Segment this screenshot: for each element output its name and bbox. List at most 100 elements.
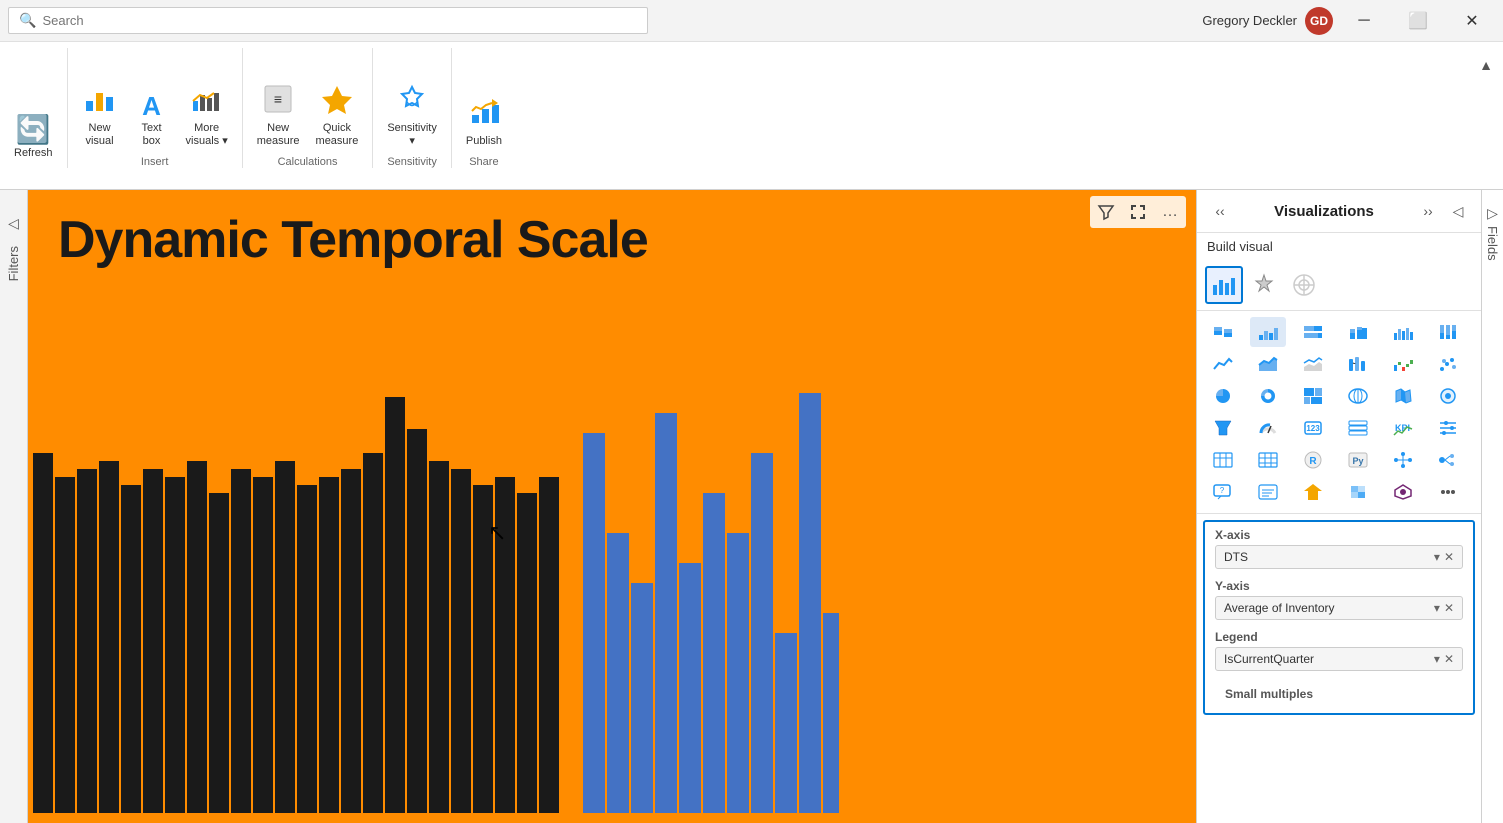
viz-icon-smart-narrative[interactable] bbox=[1250, 477, 1286, 507]
viz-icon-power-apps[interactable] bbox=[1385, 477, 1421, 507]
more-visuals-label: Morevisuals ▾ bbox=[186, 122, 228, 148]
viz-icon-100pct-bar[interactable] bbox=[1295, 317, 1331, 347]
focus-mode-button[interactable] bbox=[1124, 198, 1152, 226]
viz-icon-r-visual[interactable]: R bbox=[1295, 445, 1331, 475]
restore-button[interactable]: ⬜ bbox=[1395, 0, 1441, 42]
black-bar-2 bbox=[77, 469, 97, 813]
viz-next-button[interactable]: ›› bbox=[1415, 198, 1441, 224]
quick-measure-button[interactable]: Quickmeasure bbox=[310, 72, 365, 152]
y-axis-remove-btn[interactable]: ✕ bbox=[1444, 601, 1454, 615]
viz-icon-more[interactable] bbox=[1430, 477, 1466, 507]
viz-icon-map[interactable] bbox=[1340, 381, 1376, 411]
black-bar-13 bbox=[319, 477, 339, 813]
search-box[interactable]: 🔍 bbox=[8, 7, 648, 34]
filters-collapse-button[interactable]: ◁ bbox=[1, 210, 27, 236]
viz-icon-kpi[interactable]: KPI bbox=[1385, 413, 1421, 443]
viz-tab-build[interactable] bbox=[1205, 266, 1243, 304]
fields-label[interactable]: Fields bbox=[1485, 226, 1500, 261]
y-axis-value[interactable]: Average of Inventory ▾ ✕ bbox=[1215, 596, 1463, 620]
black-bar-15 bbox=[363, 453, 383, 813]
sensitivity-button[interactable]: Sensitivity▾ bbox=[381, 72, 443, 152]
x-axis-dropdown-btn[interactable]: ▾ bbox=[1434, 550, 1440, 564]
viz-icon-py-visual[interactable]: Py bbox=[1340, 445, 1376, 475]
publish-button[interactable]: Publish bbox=[460, 72, 508, 152]
refresh-icon: 🔄 bbox=[16, 116, 51, 144]
viz-tab-analytics[interactable] bbox=[1285, 266, 1323, 304]
viz-tab-format[interactable] bbox=[1245, 266, 1283, 304]
blue-bar-0 bbox=[583, 433, 605, 813]
svg-text:R: R bbox=[1309, 456, 1317, 467]
viz-icon-filled-map[interactable] bbox=[1385, 381, 1421, 411]
title-bar-right: Gregory Deckler GD ─ ⬜ ✕ bbox=[1202, 0, 1495, 42]
viz-icon-waterfall[interactable] bbox=[1385, 349, 1421, 379]
refresh-label: Refresh bbox=[14, 147, 53, 160]
viz-icon-100pct-col[interactable] bbox=[1430, 317, 1466, 347]
more-visuals-button[interactable]: Morevisuals ▾ bbox=[180, 72, 234, 152]
viz-icon-multi-row-card[interactable] bbox=[1340, 413, 1376, 443]
viz-icon-line[interactable] bbox=[1205, 349, 1241, 379]
black-bar-20 bbox=[473, 485, 493, 813]
new-visual-button[interactable]: Newvisual bbox=[76, 72, 124, 152]
viz-prev-button[interactable]: ‹‹ bbox=[1207, 198, 1233, 224]
viz-type-tabs bbox=[1197, 260, 1481, 311]
viz-icon-decomp-tree[interactable] bbox=[1385, 445, 1421, 475]
viz-icon-stacked-bar[interactable] bbox=[1205, 317, 1241, 347]
y-axis-dropdown-btn[interactable]: ▾ bbox=[1434, 601, 1440, 615]
viz-icon-scatter[interactable] bbox=[1430, 349, 1466, 379]
viz-icon-funnel[interactable] bbox=[1205, 413, 1241, 443]
viz-icon-qa[interactable]: ? bbox=[1205, 477, 1241, 507]
x-axis-remove-btn[interactable]: ✕ bbox=[1444, 550, 1454, 564]
filters-label[interactable]: Filters bbox=[6, 246, 21, 281]
legend-remove-btn[interactable]: ✕ bbox=[1444, 652, 1454, 666]
viz-icon-card[interactable]: 123 bbox=[1295, 413, 1331, 443]
black-bar-21 bbox=[495, 477, 515, 813]
new-visual-label: Newvisual bbox=[85, 122, 113, 148]
black-bar-17 bbox=[407, 429, 427, 813]
minimize-button[interactable]: ─ bbox=[1341, 0, 1387, 42]
viz-icon-azure-map[interactable] bbox=[1430, 381, 1466, 411]
blue-bar-4 bbox=[679, 563, 701, 813]
text-box-button[interactable]: A Textbox bbox=[128, 72, 176, 152]
new-measure-button[interactable]: ≡ Newmeasure bbox=[251, 72, 306, 152]
viz-icon-pie[interactable] bbox=[1205, 381, 1241, 411]
viz-icon-area[interactable] bbox=[1250, 349, 1286, 379]
viz-icon-paginated-report[interactable] bbox=[1295, 477, 1331, 507]
viz-fields-button[interactable]: ◁ bbox=[1445, 198, 1471, 224]
viz-icon-line-stacked-area[interactable] bbox=[1295, 349, 1331, 379]
legend-value[interactable]: IsCurrentQuarter ▾ ✕ bbox=[1215, 647, 1463, 671]
x-axis-field-actions: ▾ ✕ bbox=[1434, 550, 1454, 564]
new-measure-icon: ≡ bbox=[263, 84, 293, 119]
legend-dropdown-btn[interactable]: ▾ bbox=[1434, 652, 1440, 666]
search-input[interactable] bbox=[42, 13, 637, 28]
filter-visual-button[interactable] bbox=[1092, 198, 1120, 226]
blue-bar-1 bbox=[607, 533, 629, 813]
close-button[interactable]: ✕ bbox=[1449, 0, 1495, 42]
visualizations-panel: ‹‹ Visualizations ›› ◁ Build visual bbox=[1196, 190, 1481, 823]
viz-icon-ribbon[interactable] bbox=[1340, 349, 1376, 379]
viz-icon-table[interactable] bbox=[1205, 445, 1241, 475]
viz-icon-key-influencers[interactable] bbox=[1430, 445, 1466, 475]
more-options-button[interactable]: … bbox=[1156, 198, 1184, 226]
viz-icon-gauge[interactable] bbox=[1250, 413, 1286, 443]
viz-icon-donut[interactable] bbox=[1250, 381, 1286, 411]
quick-measure-icon bbox=[322, 84, 352, 119]
viz-icon-treemap[interactable] bbox=[1295, 381, 1331, 411]
legend-field-actions: ▾ ✕ bbox=[1434, 652, 1454, 666]
viz-icon-clustered-bar[interactable] bbox=[1250, 317, 1286, 347]
viz-icon-azure-map2[interactable] bbox=[1340, 477, 1376, 507]
viz-icon-matrix[interactable] bbox=[1250, 445, 1286, 475]
main-area: ◁ Filters Dynamic Temporal Scale … ↖ ‹‹ bbox=[0, 190, 1503, 823]
ribbon-group-refresh: 🔄 Refresh bbox=[0, 48, 68, 168]
fields-panel-expand-btn[interactable]: ▷ bbox=[1480, 200, 1503, 226]
search-icon: 🔍 bbox=[19, 12, 36, 29]
ribbon-collapse-button[interactable]: ▲ bbox=[1473, 52, 1499, 78]
x-axis-value[interactable]: DTS ▾ ✕ bbox=[1215, 545, 1463, 569]
chart-actions: … bbox=[1090, 196, 1186, 228]
sensitivity-icon bbox=[397, 84, 427, 119]
refresh-button[interactable]: 🔄 Refresh bbox=[8, 84, 59, 164]
text-box-label: Textbox bbox=[141, 122, 161, 148]
new-visual-icon bbox=[84, 83, 116, 119]
viz-icon-slicer[interactable] bbox=[1430, 413, 1466, 443]
viz-icon-clustered-col[interactable] bbox=[1385, 317, 1421, 347]
viz-icon-stacked-col[interactable] bbox=[1340, 317, 1376, 347]
